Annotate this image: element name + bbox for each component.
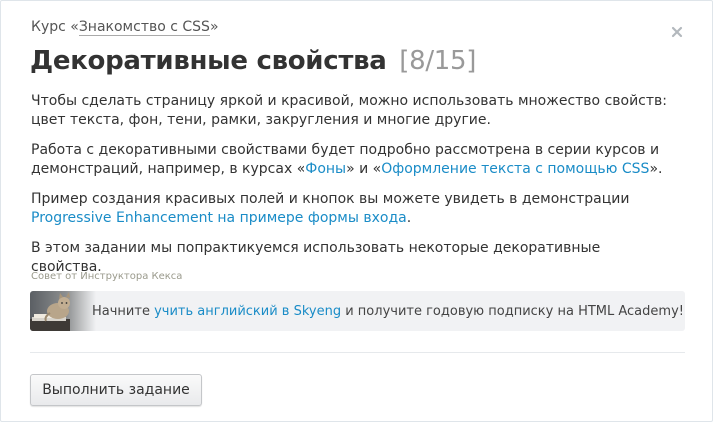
intro-paragraph: Чтобы сделать страницу яркой и красивой,…: [31, 93, 668, 128]
courses-text-2: » и «: [346, 161, 382, 177]
course-suffix: »: [209, 19, 219, 35]
close-icon[interactable]: [671, 23, 683, 38]
courses-text-3: ».: [649, 161, 663, 177]
tip-text-1: Начните: [92, 304, 155, 319]
tip-label: Совет от Инструктора Кекса: [31, 271, 183, 282]
course-breadcrumb: Курс «Знакомство с CSS»: [31, 18, 219, 36]
title-text: Декоративные свойства: [30, 46, 387, 76]
progressive-enhancement-link[interactable]: Progressive Enhancement на примере формы…: [31, 210, 407, 226]
skyeng-link[interactable]: учить английский в Skyeng: [154, 304, 341, 319]
cat-avatar: [30, 291, 96, 331]
demo-text-1: Пример создания красивых полей и кнопок …: [31, 191, 630, 207]
demo-text-2: .: [406, 210, 412, 226]
task-counter: [8/15]: [399, 46, 477, 76]
instructor-tip: Начните учить английский в Skyeng и полу…: [30, 291, 685, 331]
backgrounds-course-link[interactable]: Фоны: [305, 161, 346, 177]
text-styling-course-link[interactable]: Оформление текста с помощью CSS: [381, 161, 649, 177]
complete-task-button[interactable]: Выполнить задание: [30, 374, 202, 406]
course-prefix: Курс «: [31, 19, 79, 35]
task-dialog: Курс «Знакомство с CSS» Декоративные сво…: [0, 0, 713, 422]
tip-text-2: и получите годовую подписку на HTML Acad…: [341, 304, 684, 319]
tip-text: Начните учить английский в Skyeng и полу…: [92, 303, 684, 320]
demo-paragraph: Пример создания красивых полей и кнопок …: [31, 190, 671, 228]
courses-paragraph: Работа с декоративными свойствами будет …: [31, 141, 671, 179]
course-link[interactable]: Знакомство с CSS: [78, 19, 210, 36]
page-title: Декоративные свойства [8/15]: [30, 44, 476, 78]
divider: [30, 352, 685, 353]
